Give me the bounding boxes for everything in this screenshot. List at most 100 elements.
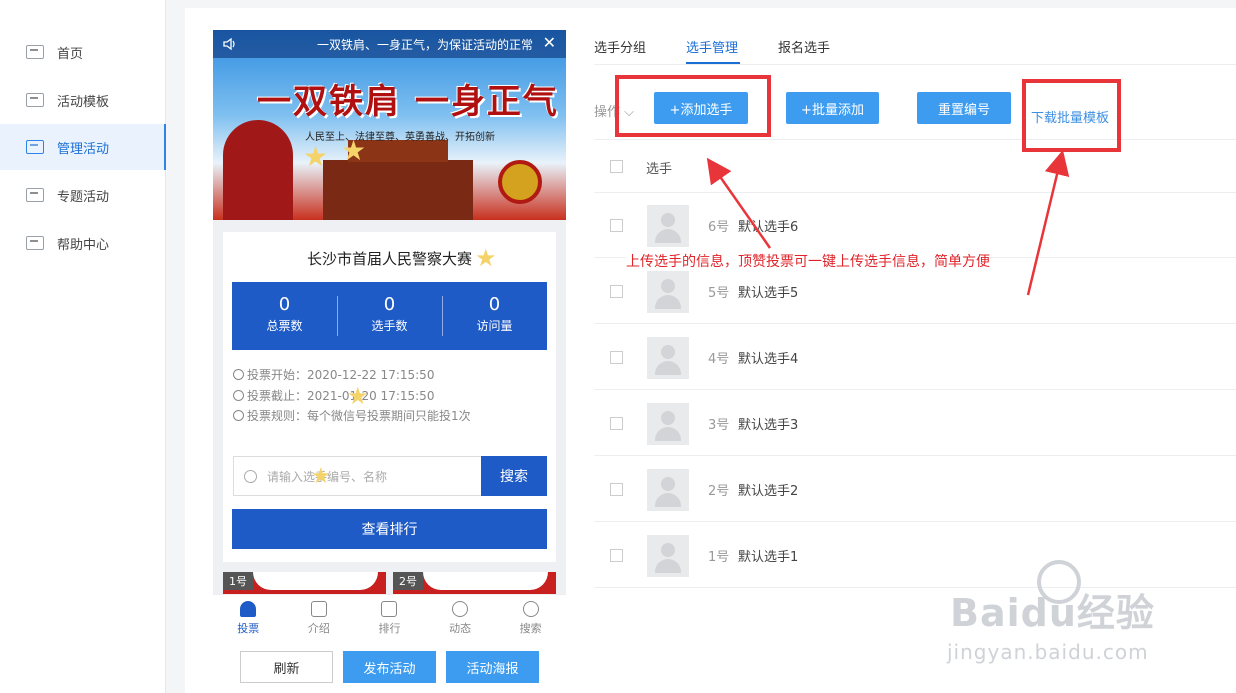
sidebar-item-templates[interactable]: 活动模板 — [0, 77, 166, 123]
person-icon — [240, 601, 257, 617]
notice-marquee: 一双铁肩、一身正气，为保证活动的正常 — [317, 38, 534, 52]
tab-contestant-management[interactable]: 选手管理 — [686, 37, 738, 56]
mobile-tabbar: 投票 介绍 排行 动态 搜索 — [213, 594, 566, 642]
table-row[interactable]: 2号 默认选手2 — [594, 456, 1236, 522]
divider — [594, 64, 1236, 65]
avatar — [647, 469, 689, 511]
highlight-box-add — [615, 75, 771, 137]
view-ranking-button[interactable]: 查看排行 — [232, 509, 547, 549]
banner-topbar: 一双铁肩、一身正气，为保证活动的正常 ✕ — [213, 30, 566, 58]
contestant-name: 默认选手2 — [738, 484, 799, 499]
contestant-number: 1号 — [708, 550, 730, 565]
contestant-number: 4号 — [708, 352, 730, 367]
contestant-name: 默认选手5 — [738, 286, 799, 301]
stat-label: 选手数 — [371, 319, 408, 333]
stage-curtain — [253, 572, 378, 590]
police-silhouette — [223, 120, 293, 220]
avatar — [647, 403, 689, 445]
sidebar-item-label: 专题活动 — [57, 189, 110, 205]
contestant-name: 默认选手6 — [738, 220, 799, 235]
select-all-checkbox[interactable] — [610, 160, 623, 173]
sidebar-item-label: 管理活动 — [57, 141, 110, 157]
clock-icon — [233, 369, 244, 380]
tab-ranking[interactable]: 排行 — [354, 595, 425, 642]
search-icon — [244, 469, 257, 483]
activity-poster-button[interactable]: 活动海报 — [446, 651, 539, 683]
tab-label: 搜索 — [519, 622, 542, 635]
contest-title: 长沙市首届人民警察大赛 — [306, 250, 472, 268]
vote-start-text: 投票开始：2020-12-22 17:15:50 — [247, 368, 435, 382]
contest-info-card: 长沙市首届人民警察大赛 0 总票数 0 选手数 0 访问量 投票开始：2020-… — [223, 232, 556, 562]
search-input[interactable]: 请输入选手编号、名称 — [233, 456, 481, 496]
tab-contestant-groups[interactable]: 选手分组 — [594, 37, 646, 56]
row-checkbox[interactable] — [610, 219, 623, 232]
star-icon: ★ — [341, 134, 367, 167]
entry-number: 2号 — [393, 572, 423, 590]
activity-banner: 一双铁肩 一身正气 人民至上、法律至尊、英勇善战、开拓创新 一双铁肩、一身正气，… — [213, 30, 566, 220]
search-button[interactable]: 搜索 — [481, 456, 547, 496]
reset-numbers-button[interactable]: 重置编号 — [917, 92, 1011, 124]
tab-registered-contestants[interactable]: 报名选手 — [778, 37, 830, 56]
table-row[interactable]: 4号 默认选手4 — [594, 324, 1236, 390]
banner-title: 一双铁肩 一身正气 — [257, 82, 559, 122]
watermark-logo: Baidu经验 — [950, 591, 1155, 635]
tab-intro[interactable]: 介绍 — [284, 595, 355, 642]
speaker-icon[interactable] — [223, 37, 235, 51]
contestant-number: 6号 — [708, 220, 730, 235]
baidu-watermark: Baidu经验 jingyan.baidu.com — [945, 560, 1225, 680]
sidebar-item-label: 活动模板 — [57, 94, 110, 110]
tab-label: 介绍 — [307, 622, 330, 635]
avatar — [647, 337, 689, 379]
close-icon[interactable]: ✕ — [543, 33, 556, 52]
watermark-url: jingyan.baidu.com — [947, 640, 1149, 664]
contestant-number: 5号 — [708, 286, 730, 301]
star-icon: ★ — [347, 382, 369, 410]
row-checkbox[interactable] — [610, 285, 623, 298]
star-icon: ★ — [303, 140, 329, 173]
stat-total-votes: 0 总票数 — [232, 282, 337, 350]
vote-start: 投票开始：2020-12-22 17:15:50 — [233, 366, 434, 383]
table-row[interactable]: 3号 默认选手3 — [594, 390, 1236, 456]
clock-icon — [233, 390, 244, 401]
stats-bar: 0 总票数 0 选手数 0 访问量 — [232, 282, 547, 350]
list-icon — [26, 140, 44, 154]
tab-search[interactable]: 搜索 — [495, 595, 566, 642]
stat-value: 0 — [488, 294, 501, 315]
publish-activity-button[interactable]: 发布活动 — [343, 651, 436, 683]
contestant-name: 默认选手3 — [738, 418, 799, 433]
sidebar-item-help[interactable]: 帮助中心 — [0, 220, 166, 266]
contestant-number: 2号 — [708, 484, 730, 499]
row-checkbox[interactable] — [610, 483, 623, 496]
row-checkbox[interactable] — [610, 549, 623, 562]
banner-slogan: 人民至上、法律至尊、英勇善战、开拓创新 — [305, 132, 495, 143]
column-header-contestant: 选手 — [646, 162, 673, 177]
stat-value: 0 — [278, 294, 291, 315]
tab-vote[interactable]: 投票 — [213, 595, 284, 642]
tab-activity[interactable]: 动态 — [425, 595, 496, 642]
sidebar: 首页 活动模板 管理活动 专题活动 帮助中心 — [0, 0, 166, 693]
bar-chart-icon — [381, 601, 398, 617]
avatar — [647, 535, 689, 577]
annotation-text: 上传选手的信息，顶赞投票可一键上传选手信息，简单方便 — [626, 251, 990, 271]
inbox-icon — [26, 93, 44, 107]
row-checkbox[interactable] — [610, 417, 623, 430]
refresh-button[interactable]: 刷新 — [240, 651, 333, 683]
highlight-box-download — [1022, 79, 1121, 152]
vote-end: 投票截止：2021-01-20 17:15:50 — [233, 387, 434, 404]
document-icon — [310, 601, 327, 617]
batch-add-button[interactable]: +批量添加 — [786, 92, 879, 124]
sidebar-item-label: 帮助中心 — [57, 237, 110, 253]
compass-icon — [452, 601, 469, 617]
row-checkbox[interactable] — [610, 351, 623, 364]
id-card-icon — [26, 45, 44, 59]
sidebar-item-manage[interactable]: 管理活动 — [0, 124, 166, 170]
table-row[interactable]: 6号 默认选手6 — [594, 192, 1236, 258]
info-icon — [233, 410, 244, 421]
stage-curtain — [423, 572, 548, 590]
tiananmen-illustration — [323, 140, 473, 220]
star-icon: ★ — [311, 464, 331, 489]
contestant-name: 默认选手1 — [738, 550, 799, 565]
sidebar-item-topics[interactable]: 专题活动 — [0, 172, 166, 218]
sidebar-item-home[interactable]: 首页 — [0, 29, 166, 75]
avatar — [647, 271, 689, 313]
